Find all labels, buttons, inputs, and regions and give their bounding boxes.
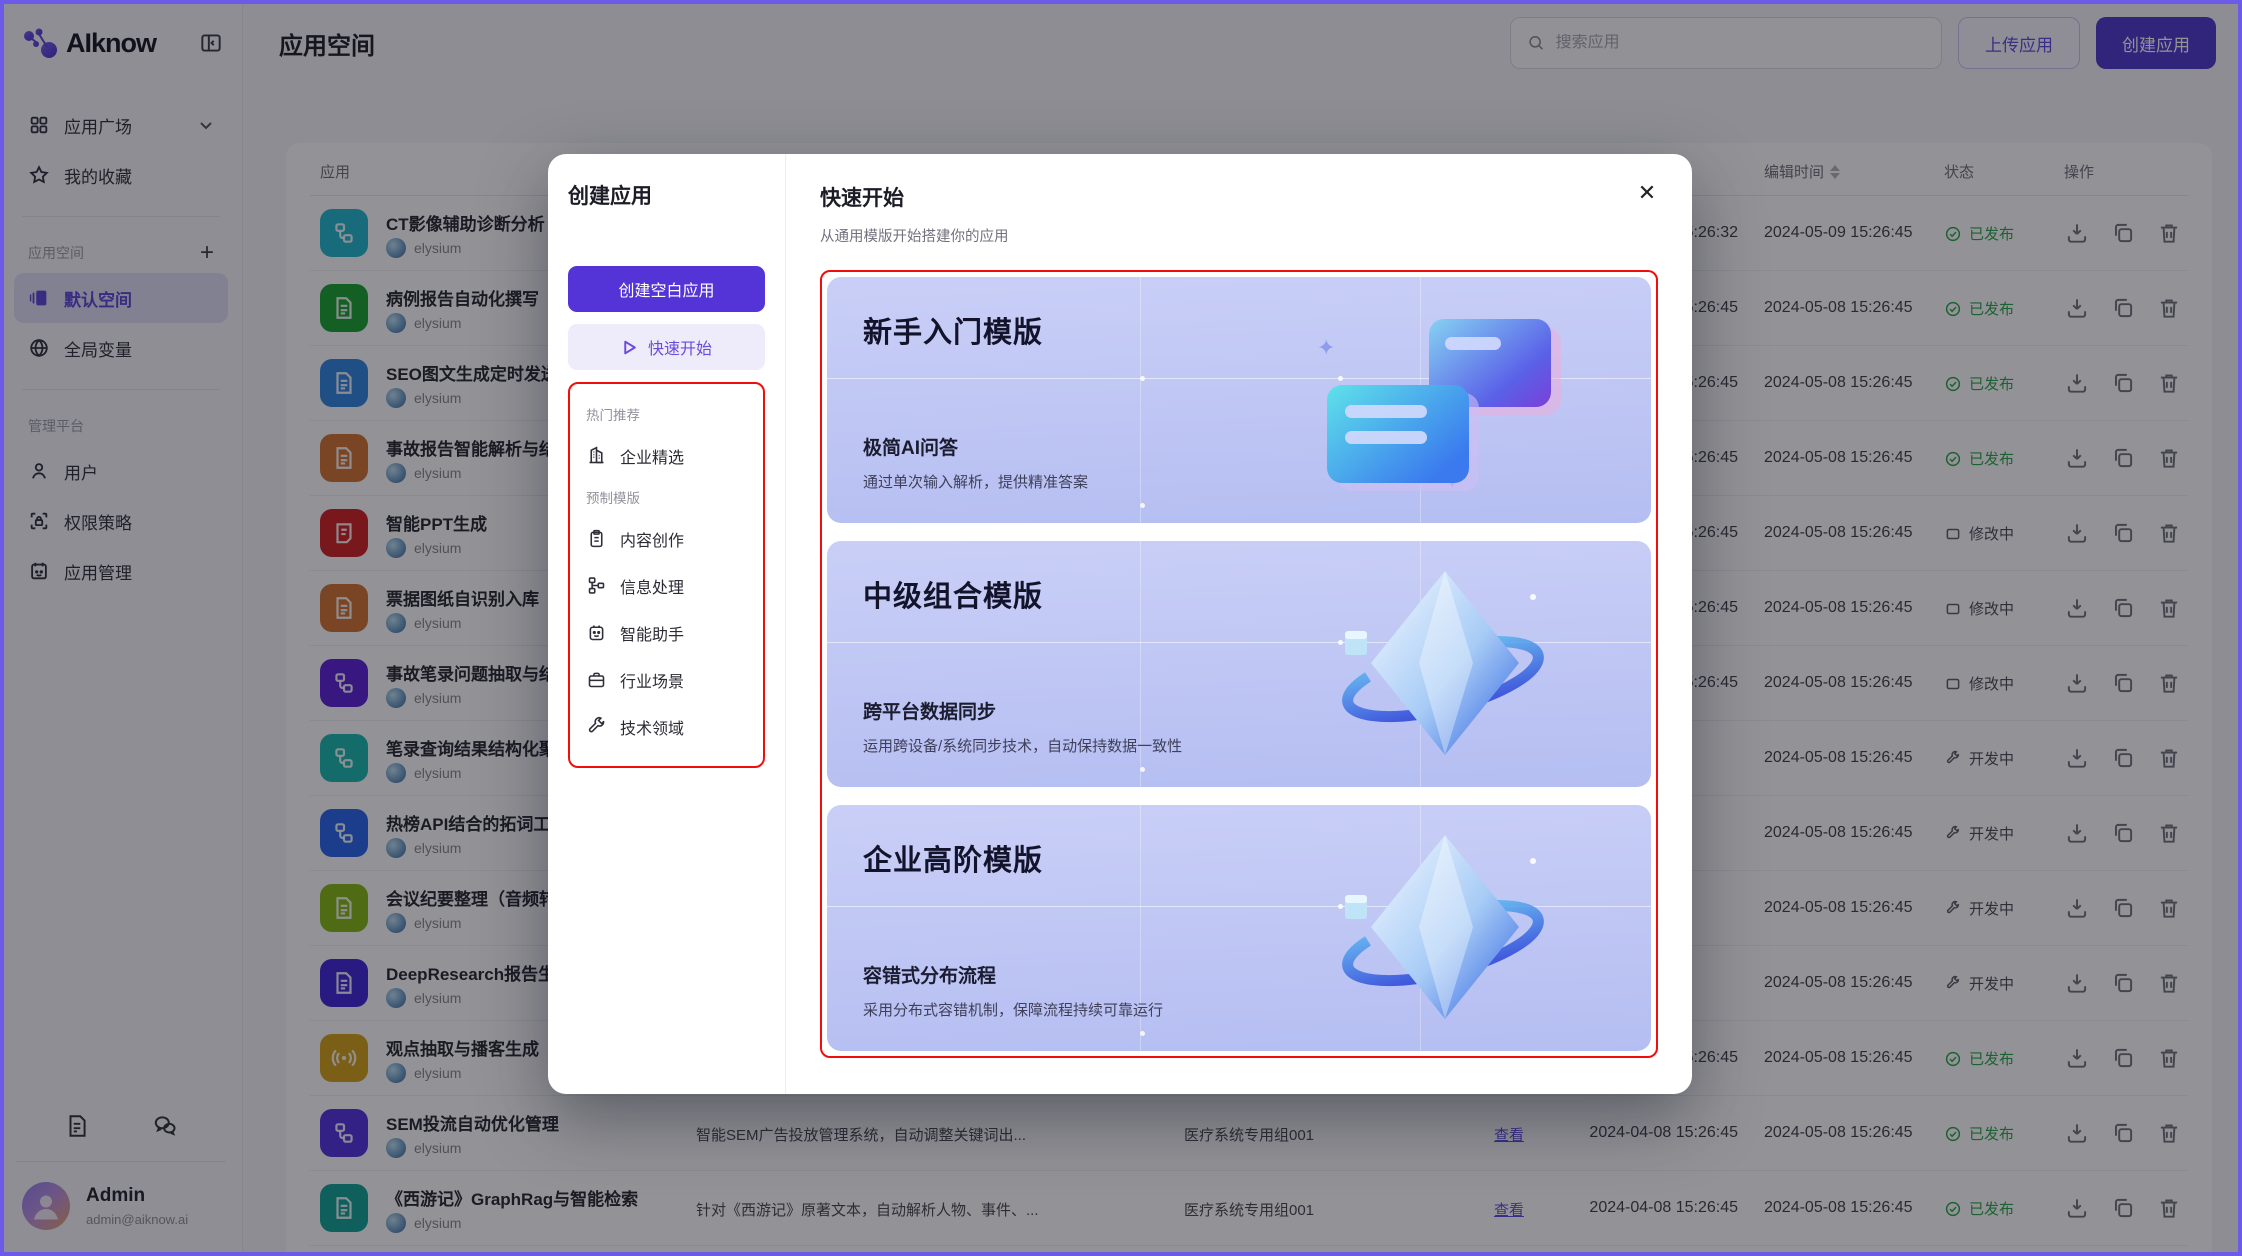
- card-illustration-chat: ✦ ✦: [1323, 293, 1559, 507]
- template-card-beginner[interactable]: 新手入门模版 极简AI问答 通过单次输入解析，提供精准答案 ✦ ✦: [827, 277, 1651, 523]
- card-illustration-diamond: [1323, 557, 1559, 771]
- wrench-icon: [586, 716, 607, 737]
- modal-title: 创建应用: [568, 180, 765, 210]
- menu-item-content-creation[interactable]: 内容创作: [576, 515, 757, 562]
- card-description: 运用跨设备/系统同步技术，自动保持数据一致性: [863, 735, 1182, 756]
- hot-section-label: 热门推荐: [576, 396, 757, 432]
- menu-item-label: 智能助手: [620, 621, 684, 645]
- menu-item-tech-domain[interactable]: 技术领域: [576, 703, 757, 750]
- create-blank-app-button[interactable]: 创建空白应用: [568, 266, 765, 312]
- close-icon[interactable]: ✕: [1632, 178, 1662, 208]
- template-card-intermediate[interactable]: 中级组合模版 跨平台数据同步 运用跨设备/系统同步技术，自动保持数据一致性: [827, 541, 1651, 787]
- flow-icon: [586, 575, 607, 596]
- quick-start-subtitle: 从通用模版开始搭建你的应用: [820, 225, 1658, 246]
- modal-left-panel: 创建应用 创建空白应用 快速开始 热门推荐 企业精选 预制模版 内容创作: [548, 154, 786, 1094]
- robot-icon: [586, 622, 607, 643]
- card-subtitle: 极简AI问答: [863, 433, 958, 460]
- create-app-modal: 创建应用 创建空白应用 快速开始 热门推荐 企业精选 预制模版 内容创作: [548, 154, 1692, 1094]
- template-menu-annotation-box: 热门推荐 企业精选 预制模版 内容创作 信息处理 智能助手: [568, 382, 765, 768]
- menu-item-label: 行业场景: [620, 668, 684, 692]
- menu-item-label: 内容创作: [620, 527, 684, 551]
- app-window: AIknow 应用广场 我的收藏 应用空间 + 默认空间: [0, 0, 2242, 1256]
- menu-item-smart-assistant[interactable]: 智能助手: [576, 609, 757, 656]
- template-cards-annotation-box: 新手入门模版 极简AI问答 通过单次输入解析，提供精准答案 ✦ ✦ 中级组合模版…: [820, 270, 1658, 1058]
- building-icon: [586, 445, 607, 466]
- menu-item-industry-scenes[interactable]: 行业场景: [576, 656, 757, 703]
- card-description: 通过单次输入解析，提供精准答案: [863, 471, 1088, 492]
- card-illustration-diamond: [1323, 821, 1559, 1035]
- card-subtitle: 容错式分布流程: [863, 961, 996, 988]
- card-title: 新手入门模版: [863, 309, 1043, 351]
- template-card-enterprise[interactable]: 企业高阶模版 容错式分布流程 采用分布式容错机制，保障流程持续可靠运行: [827, 805, 1651, 1051]
- menu-item-label: 企业精选: [620, 444, 684, 468]
- preset-section-label: 预制模版: [576, 479, 757, 515]
- clipboard-icon: [586, 528, 607, 549]
- menu-item-enterprise-picks[interactable]: 企业精选: [576, 432, 757, 479]
- menu-item-label: 信息处理: [620, 574, 684, 598]
- card-subtitle: 跨平台数据同步: [863, 697, 996, 724]
- briefcase-icon: [586, 669, 607, 690]
- play-icon: [621, 339, 638, 356]
- menu-item-info-processing[interactable]: 信息处理: [576, 562, 757, 609]
- quick-start-tab[interactable]: 快速开始: [568, 324, 765, 370]
- card-title: 企业高阶模版: [863, 837, 1043, 879]
- quick-start-label: 快速开始: [648, 335, 712, 359]
- modal-right-panel: 快速开始 从通用模版开始搭建你的应用 ✕ 新手入门模版 极简AI问答 通过单次输…: [786, 154, 1692, 1094]
- quick-start-title: 快速开始: [820, 182, 1658, 212]
- card-description: 采用分布式容错机制，保障流程持续可靠运行: [863, 999, 1163, 1020]
- menu-item-label: 技术领域: [620, 715, 684, 739]
- card-title: 中级组合模版: [863, 573, 1043, 615]
